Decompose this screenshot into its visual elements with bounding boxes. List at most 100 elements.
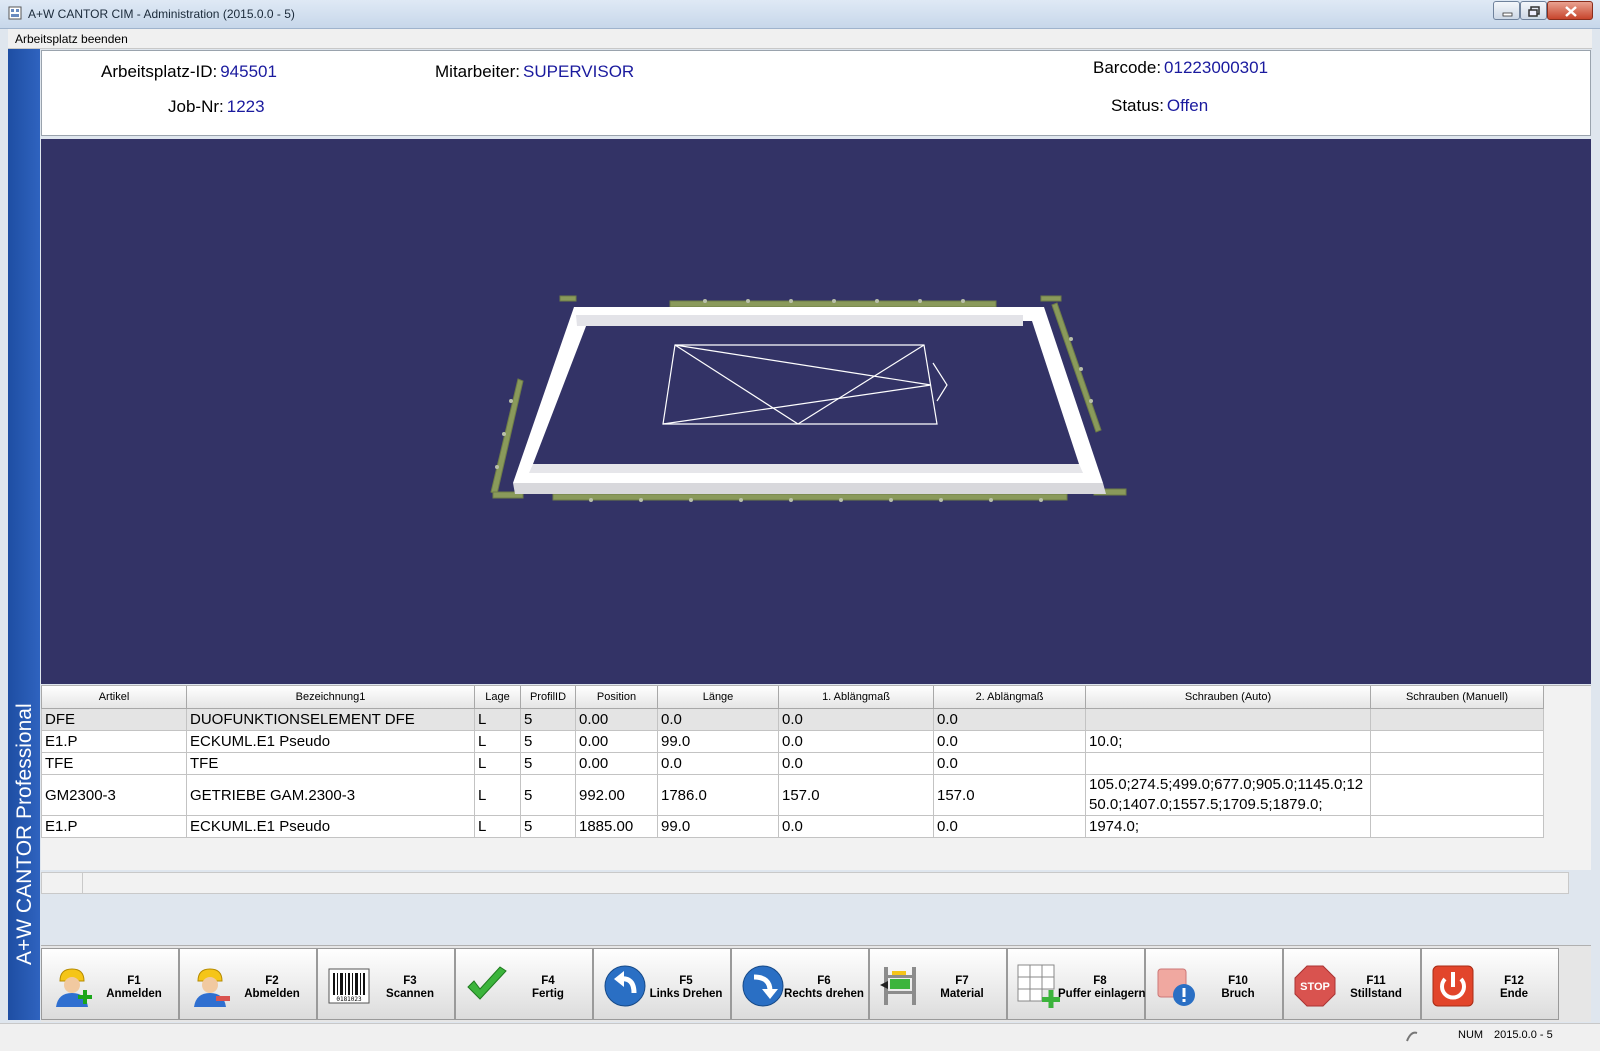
cell: 0.0 xyxy=(778,708,934,731)
power-icon xyxy=(1432,965,1474,1007)
cell: 157.0 xyxy=(778,774,934,816)
col-position[interactable]: Position xyxy=(575,686,658,709)
f10-bruch-button[interactable]: F10 Bruch xyxy=(1145,948,1283,1020)
cell xyxy=(1370,815,1544,838)
table-row[interactable]: GM2300-3 GETRIEBE GAM.2300-3 L 5 992.00 1786.… xyxy=(41,774,1544,816)
cell: 0.0 xyxy=(933,752,1086,775)
article-table-container: Artikel Bezeichnung1 Lage ProfilID Posit… xyxy=(41,685,1591,870)
col-bezeichnung1[interactable]: Bezeichnung1 xyxy=(186,686,475,709)
col-schrauben-auto[interactable]: Schrauben (Auto) xyxy=(1085,686,1371,709)
f7-material-button[interactable]: F7 Material xyxy=(869,948,1007,1020)
barcode-digits: 0181023 xyxy=(336,996,362,1003)
cell: TFE xyxy=(186,752,475,775)
connection-icon xyxy=(1406,1031,1418,1042)
workstation-id-label: Arbeitsplatz-ID: xyxy=(101,62,218,81)
cell: 992.00 xyxy=(575,774,658,816)
cell: 0.0 xyxy=(778,752,934,775)
f1-anmelden-button[interactable]: F1 Anmelden xyxy=(41,948,179,1020)
close-button[interactable] xyxy=(1547,1,1593,20)
cell: 5 xyxy=(520,708,576,731)
f4-fertig-button[interactable]: F4 Fertig xyxy=(455,948,593,1020)
maximize-button[interactable] xyxy=(1520,1,1547,20)
f3-label: Scannen xyxy=(386,988,434,1000)
version-indicator: 2015.0.0 - 5 xyxy=(1494,1029,1553,1041)
cell: 0.0 xyxy=(657,752,779,775)
cell: 0.00 xyxy=(575,752,658,775)
table-row[interactable]: DFE DUOFUNKTIONSELEMENT DFE L 5 0.00 0.0 0.0 0.… xyxy=(41,708,1544,731)
minimize-icon xyxy=(1502,12,1513,17)
f8-puffer-einlagern-button[interactable]: F8 Puffer einlagern xyxy=(1007,948,1146,1020)
f5-links-drehen-button[interactable]: F5 Links Drehen xyxy=(593,948,731,1020)
brand-sidebar: A+W CANTOR Professional xyxy=(8,49,40,1020)
cell: 5 xyxy=(520,774,576,816)
f8-key: F8 xyxy=(1093,975,1107,987)
col-profilid[interactable]: ProfilID xyxy=(520,686,576,709)
f2-abmelden-button[interactable]: F2 Abmelden xyxy=(179,948,317,1020)
f1-key: F1 xyxy=(127,975,141,987)
col-schrauben-manuell[interactable]: Schrauben (Manuell) xyxy=(1370,686,1544,709)
worker-login-icon xyxy=(56,968,92,1007)
buffer-grid-icon xyxy=(1017,964,1060,1008)
app-icon xyxy=(8,6,22,20)
menu-bar: Arbeitsplatz beenden xyxy=(8,29,1592,49)
breakage-alert-icon xyxy=(1157,968,1195,1006)
minimize-button[interactable] xyxy=(1493,1,1520,20)
col-ablaengmass-2[interactable]: 2. Ablängmaß xyxy=(933,686,1086,709)
job-number-field: Job-Nr: 1223 xyxy=(168,97,265,117)
cell: 0.0 xyxy=(778,730,934,753)
f12-ende-button[interactable]: F12 Ende xyxy=(1421,948,1559,1020)
cell: 0.0 xyxy=(933,815,1086,838)
barcode-value: 01223000301 xyxy=(1164,58,1269,77)
cell: 105.0;274.5;499.0;677.0;905.0;1145.0;125… xyxy=(1085,774,1371,816)
f2-key: F2 xyxy=(265,975,279,987)
cell: 99.0 xyxy=(657,815,779,838)
f3-scannen-button[interactable]: 0181023 F3 Scannen xyxy=(317,948,455,1020)
f11-key: F11 xyxy=(1366,975,1386,987)
f6-rechts-drehen-button[interactable]: F6 Rechts drehen xyxy=(731,948,869,1020)
menu-arbeitsplatz-beenden[interactable]: Arbeitsplatz beenden xyxy=(15,32,128,46)
material-rack-icon xyxy=(880,967,916,1005)
employee-field: Mitarbeiter: SUPERVISOR xyxy=(435,62,634,82)
cell: 0.0 xyxy=(657,708,779,731)
f11-stillstand-button[interactable]: STOP F11 Stillstand xyxy=(1283,948,1421,1020)
cell: L xyxy=(474,730,521,753)
barcode-field: Barcode: 01223000301 xyxy=(1093,58,1268,78)
checkmark-icon xyxy=(467,966,507,1000)
cell: 0.0 xyxy=(933,708,1086,731)
cell: L xyxy=(474,752,521,775)
job-number-value: 1223 xyxy=(226,97,265,116)
cell: E1.P xyxy=(41,815,187,838)
cell xyxy=(1085,752,1371,775)
cell xyxy=(1370,774,1544,816)
col-ablaengmass-1[interactable]: 1. Ablängmaß xyxy=(778,686,934,709)
table-row[interactable]: E1.P ECKUML.E1 Pseudo L 5 0.00 99.0 0.0 0.0 10.0… xyxy=(41,730,1544,753)
num-lock-indicator: NUM xyxy=(1458,1029,1484,1041)
table-row[interactable]: TFE TFE L 5 0.00 0.0 0.0 0.0 xyxy=(41,752,1544,775)
f1-label: Anmelden xyxy=(106,988,162,1000)
restore-icon xyxy=(1528,6,1540,17)
f12-key: F12 xyxy=(1504,975,1524,987)
f5-key: F5 xyxy=(679,975,693,987)
cell: DFE xyxy=(41,708,187,731)
cell: GM2300-3 xyxy=(41,774,187,816)
profile-corner-top-left xyxy=(559,295,577,302)
cell: 5 xyxy=(520,730,576,753)
cell: 99.0 xyxy=(657,730,779,753)
cell: 5 xyxy=(520,752,576,775)
cell: GETRIEBE GAM.2300-3 xyxy=(186,774,475,816)
cell: L xyxy=(474,708,521,731)
f7-key: F7 xyxy=(955,975,969,987)
cell: L xyxy=(474,815,521,838)
3d-frame-viewport[interactable] xyxy=(41,139,1591,684)
cell: 5 xyxy=(520,815,576,838)
article-table: Artikel Bezeichnung1 Lage ProfilID Posit… xyxy=(41,686,1544,838)
cell xyxy=(1085,708,1371,731)
col-artikel[interactable]: Artikel xyxy=(41,686,187,709)
col-laenge[interactable]: Länge xyxy=(657,686,779,709)
f6-key: F6 xyxy=(817,975,831,987)
status-bar: NUM 2015.0.0 - 5 xyxy=(0,1023,1600,1051)
col-lage[interactable]: Lage xyxy=(474,686,521,709)
status-value: Offen xyxy=(1166,96,1209,115)
table-row[interactable]: E1.P ECKUML.E1 Pseudo L 5 1885.00 99.0 0.0 0.0 1… xyxy=(41,815,1544,838)
close-icon xyxy=(1565,6,1577,17)
